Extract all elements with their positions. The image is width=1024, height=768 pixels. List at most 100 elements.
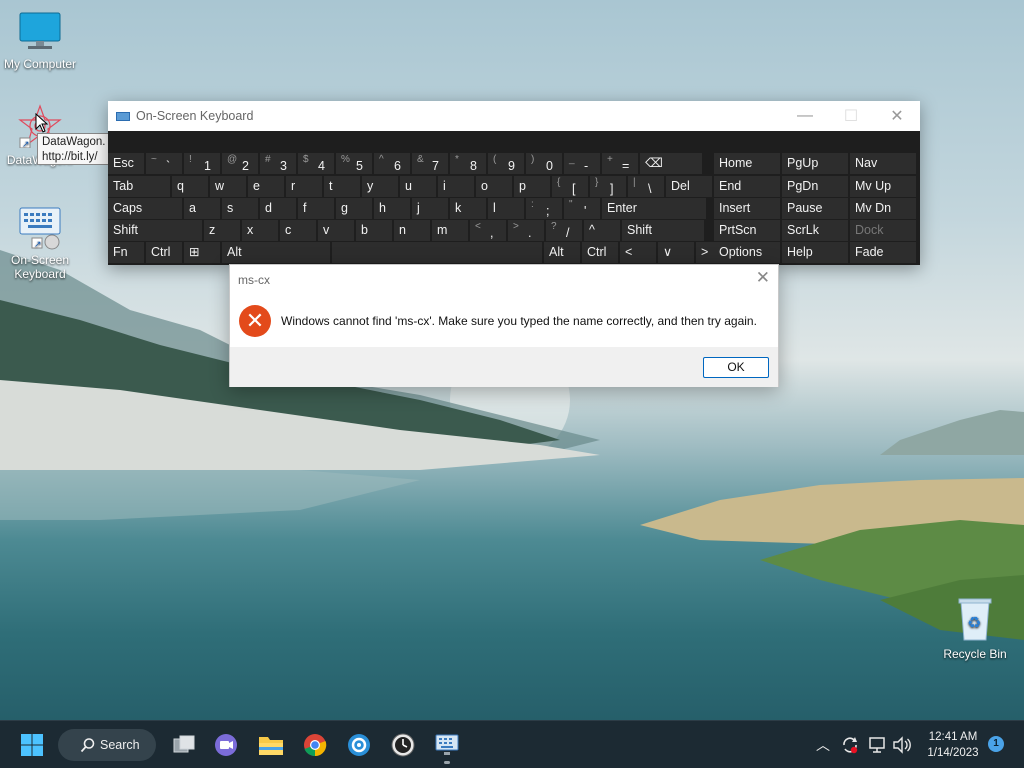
osk-nav-key[interactable]: Nav [850, 153, 916, 174]
osk-key[interactable]: >. [508, 220, 544, 241]
ok-button[interactable]: OK [703, 357, 769, 378]
osk-key[interactable]: ^ [584, 220, 620, 241]
osk-key[interactable]: Tab [108, 176, 170, 197]
osk-key[interactable]: p [514, 176, 550, 197]
osk-nav-key[interactable]: PgDn [782, 176, 848, 197]
osk-key[interactable]: | \ [628, 176, 664, 197]
osk-key[interactable]: c [280, 220, 316, 241]
osk-key[interactable]: ? / [546, 220, 582, 241]
osk-key[interactable]: z [204, 220, 240, 241]
file-explorer-button[interactable] [255, 729, 287, 761]
osk-key[interactable]: Del [666, 176, 712, 197]
osk-key[interactable]: @2 [222, 153, 258, 174]
osk-key[interactable]: q [172, 176, 208, 197]
osk-key[interactable]: u [400, 176, 436, 197]
osk-nav-key[interactable]: PrtScn [714, 220, 780, 241]
osk-titlebar[interactable]: On-Screen Keyboard — ☐ ✕ [108, 101, 920, 131]
osk-key[interactable]: y [362, 176, 398, 197]
osk-key[interactable]: k [450, 198, 486, 219]
osk-key[interactable]: Ctrl [582, 242, 618, 263]
osk-nav-key[interactable]: Mv Up [850, 176, 916, 197]
osk-key[interactable]: m [432, 220, 468, 241]
osk-nav-key[interactable]: PgUp [782, 153, 848, 174]
osk-key[interactable]: l [488, 198, 524, 219]
osk-nav-key[interactable]: Home [714, 153, 780, 174]
osk-key[interactable]: b [356, 220, 392, 241]
osk-key[interactable]: i [438, 176, 474, 197]
osk-key[interactable]: $4 [298, 153, 334, 174]
osk-key[interactable]: w [210, 176, 246, 197]
osk-key[interactable]: n [394, 220, 430, 241]
osk-key[interactable]: {[ [552, 176, 588, 197]
osk-nav-key[interactable]: Mv Dn [850, 198, 916, 219]
osk-nav-key[interactable]: Dock [850, 220, 916, 241]
osk-key[interactable]: Alt [222, 242, 330, 263]
minimize-button[interactable]: — [782, 101, 828, 131]
osk-key[interactable]: ) 0 [526, 153, 562, 174]
my-computer-desktop-icon[interactable]: My Computer [0, 12, 80, 71]
osk-nav-key[interactable]: Fade [850, 242, 916, 263]
clock-button[interactable]: 12:41 AM 1/14/2023 [918, 729, 988, 761]
osk-key-space[interactable] [332, 242, 542, 263]
osk-nav-key[interactable]: Help [782, 242, 848, 263]
osk-key[interactable]: (9 [488, 153, 524, 174]
osk-key[interactable]: :; [526, 198, 562, 219]
show-hidden-icons-button[interactable]: ︿ [816, 721, 830, 768]
osk-key[interactable]: a [184, 198, 220, 219]
osk-key[interactable]: & 7 [412, 153, 448, 174]
osk-desktop-icon[interactable]: ↗ On-Screen Keyboard [0, 204, 80, 281]
osk-key[interactable]: v [318, 220, 354, 241]
osk-key[interactable]: x [242, 220, 278, 241]
osk-taskbar-button[interactable] [431, 729, 463, 764]
osk-key[interactable]: Enter [602, 198, 706, 219]
dialog-close-button[interactable]: ✕ [756, 268, 770, 288]
osk-key[interactable]: " ' [564, 198, 600, 219]
sync-status-button[interactable] [840, 721, 860, 768]
osk-key[interactable]: s [222, 198, 258, 219]
osk-key[interactable]: g [336, 198, 372, 219]
teams-chat-button[interactable] [210, 729, 242, 761]
recycle-bin-desktop-icon[interactable]: ♻ Recycle Bin [935, 596, 1015, 661]
taskbar-search[interactable]: Search [58, 729, 156, 761]
osk-key[interactable]: d [260, 198, 296, 219]
app-gear-button[interactable] [343, 729, 375, 761]
close-button[interactable]: ✕ [874, 101, 920, 131]
osk-key[interactable]: t [324, 176, 360, 197]
osk-nav-key[interactable]: Insert [714, 198, 780, 219]
osk-key[interactable]: _ - [564, 153, 600, 174]
osk-key[interactable]: r [286, 176, 322, 197]
osk-key[interactable]: j [412, 198, 448, 219]
osk-key[interactable]: o [476, 176, 512, 197]
osk-nav-key[interactable]: Options [714, 242, 780, 263]
osk-key[interactable]: * 8 [450, 153, 486, 174]
clock-app-button[interactable] [387, 729, 419, 761]
maximize-button[interactable]: ☐ [828, 101, 874, 131]
osk-key[interactable]: Ctrl [146, 242, 182, 263]
osk-key[interactable]: Esc [108, 153, 144, 174]
osk-nav-key[interactable]: Pause [782, 198, 848, 219]
osk-key[interactable]: #3 [260, 153, 296, 174]
osk-key[interactable]: Caps [108, 198, 182, 219]
osk-key[interactable]: ^ 6 [374, 153, 410, 174]
osk-key[interactable]: ~ ` [146, 153, 182, 174]
notification-badge[interactable]: 1 [988, 736, 1004, 752]
osk-nav-key[interactable]: ScrLk [782, 220, 848, 241]
osk-key[interactable]: h [374, 198, 410, 219]
osk-key[interactable]: ∨ [658, 242, 694, 263]
osk-key[interactable]: ⊞ [184, 242, 220, 263]
osk-key[interactable]: Shift [622, 220, 704, 241]
osk-key[interactable]: <, [470, 220, 506, 241]
task-view-button[interactable] [168, 729, 200, 761]
network-button[interactable] [868, 721, 888, 768]
osk-key[interactable]: f [298, 198, 334, 219]
osk-key[interactable]: ! 1 [184, 153, 220, 174]
osk-key[interactable]: }] [590, 176, 626, 197]
osk-key[interactable]: + = [602, 153, 638, 174]
osk-key[interactable]: ⌫ [640, 153, 702, 174]
volume-button[interactable] [892, 721, 912, 768]
osk-key[interactable]: % 5 [336, 153, 372, 174]
osk-key[interactable]: e [248, 176, 284, 197]
osk-nav-key[interactable]: End [714, 176, 780, 197]
osk-key[interactable]: Alt [544, 242, 580, 263]
osk-key[interactable]: < [620, 242, 656, 263]
